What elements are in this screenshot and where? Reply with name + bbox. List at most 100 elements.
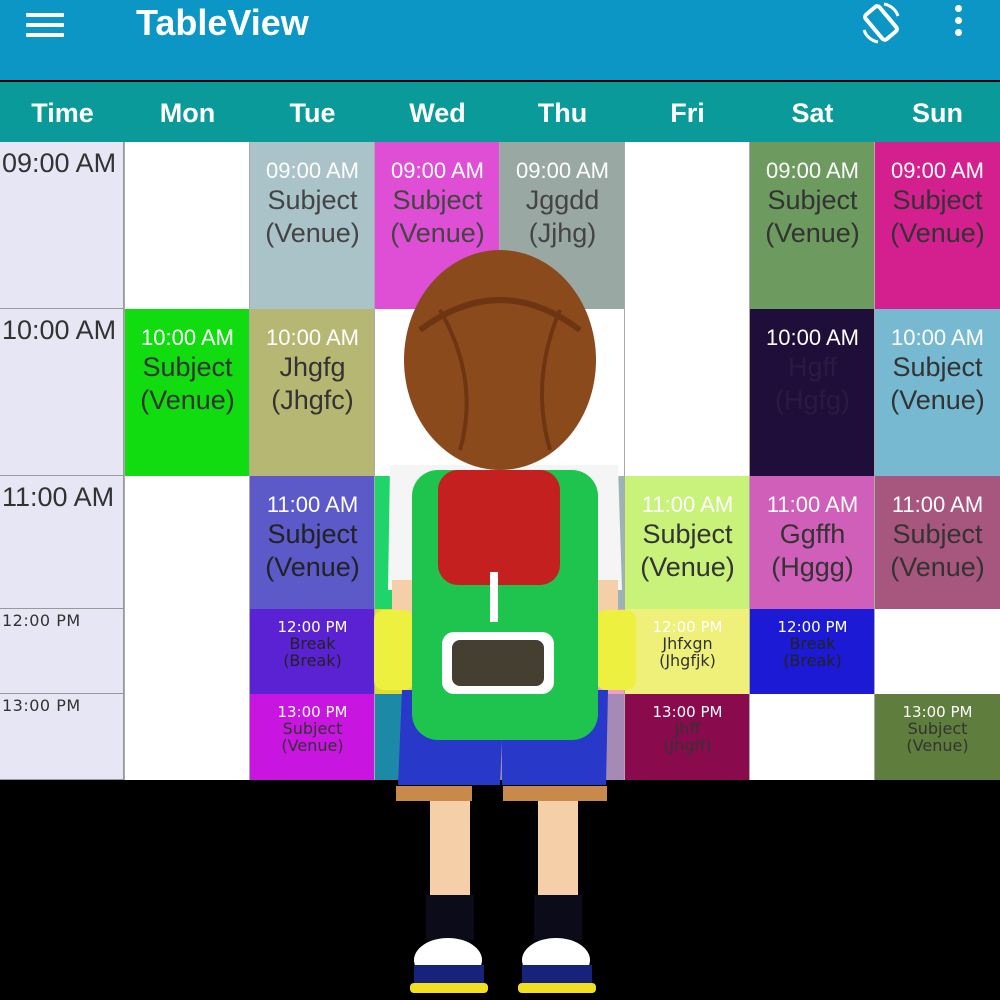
timetable-slot[interactable]: 09:00 AM Subject (Venue) — [875, 142, 1000, 309]
slot-venue: (Venu) — [522, 552, 603, 582]
slot-time: 12:00 PM — [777, 618, 848, 636]
timetable-slot[interactable]: 09:00 AM Subject (Venue) — [375, 142, 500, 309]
timetable-slot[interactable]: 12:00 PM Break (Break) — [375, 609, 500, 694]
time-label: 11:00 AM — [0, 476, 124, 609]
day-header-thu: Thu — [537, 98, 588, 128]
slot-subject: Text — [537, 519, 588, 549]
slot-time: 09:00 AM — [766, 158, 859, 183]
slot-venue: (Venue) — [406, 736, 469, 755]
empty-slot[interactable] — [125, 142, 250, 309]
timetable-slot[interactable]: 09:00 AM Subject (Venue) — [750, 142, 875, 309]
slot-subject: Jhgfg — [279, 352, 346, 382]
slot-time: 13:00 PM — [652, 703, 723, 721]
day-header-row: Time Mon Tue Wed Thu Fri Sat Sun — [0, 82, 1000, 142]
timetable-slot[interactable]: 12:00 PM Jhh (Jhh) — [500, 609, 625, 694]
timetable-slot[interactable]: 13:00 PM Subject (Venue) — [875, 694, 1000, 780]
empty-slot[interactable] — [625, 309, 750, 476]
slot-subject: Subject — [642, 519, 733, 549]
slot-time: 13:00 PM — [902, 703, 973, 721]
screen-rotation-icon[interactable] — [858, 0, 904, 46]
timetable-slot[interactable]: 10:00 AM Hgff (Hgfg) — [750, 309, 875, 476]
slot-subject: Subject — [892, 185, 983, 215]
slot-subject: Cgh — [546, 719, 579, 738]
column-divider — [249, 142, 250, 780]
timetable-slot[interactable]: 09:00 AM Subject (Venue) — [250, 142, 375, 309]
slot-time: 13:00 PM — [277, 703, 348, 721]
slot-venue: (Jhgfjk) — [659, 651, 716, 670]
empty-slot[interactable] — [875, 609, 1000, 694]
column-divider — [874, 142, 875, 780]
slot-venue: (Hgfg) — [774, 385, 850, 415]
timetable-slot[interactable]: 13:00 PM Subject (Venue) — [250, 694, 375, 780]
timetable-slot[interactable]: 11:00 AM Ggffh (Hggg) — [750, 476, 875, 609]
slot-venue: (Break) — [408, 651, 467, 670]
empty-slot[interactable] — [375, 309, 500, 476]
column-divider — [374, 142, 375, 780]
slot-venue: (Venue) — [140, 385, 235, 415]
timetable-slot[interactable]: 12:00 PM Break (Break) — [250, 609, 375, 694]
slot-time: 12:00 PM — [277, 618, 348, 636]
timetable-slot[interactable]: 12:00 PM Break (Break) — [750, 609, 875, 694]
day-header-wed: Wed — [409, 98, 466, 128]
slot-venue: (Venue) — [906, 736, 969, 755]
empty-slot[interactable] — [750, 694, 875, 780]
slot-time: 11:00 AM — [516, 492, 609, 517]
slot-subject: Subject — [767, 185, 858, 215]
slot-time: 09:00 AM — [266, 158, 359, 183]
slot-time: 13:00 PM — [527, 703, 598, 721]
slot-venue: (Venue) — [640, 552, 735, 582]
slot-time: 12:00 PM — [527, 618, 598, 636]
time-label: 09:00 AM — [0, 142, 124, 309]
slot-subject: Jhfxgn — [662, 634, 713, 653]
empty-slot[interactable] — [500, 309, 625, 476]
app-bar: TableView — [0, 0, 1000, 80]
slot-time: 11:00 AM — [391, 492, 484, 517]
timetable-slot[interactable]: 13:00 PM Subject (Venue) — [375, 694, 500, 780]
column-divider — [624, 142, 625, 780]
timetable-slot[interactable]: 10:00 AM Jhgfg (Jhgfc) — [250, 309, 375, 476]
slot-time: 13:00 PM — [402, 703, 473, 721]
day-header-sat: Sat — [791, 98, 834, 128]
slot-subject: Break — [414, 634, 461, 653]
timetable-slot[interactable]: 13:00 PM Jhff (Jhgff) — [625, 694, 750, 780]
timetable-slot[interactable]: 11:00 AM Text (Venu) — [500, 476, 625, 609]
slot-subject: Subject — [907, 719, 968, 738]
slot-subject: Subject — [892, 352, 983, 382]
timetable-slot[interactable]: 10:00 AM Subject (Venue) — [875, 309, 1000, 476]
slot-time: 10:00 AM — [141, 325, 234, 350]
time-label: 13:00 PM — [0, 694, 124, 780]
day-header-fri: Fri — [670, 98, 705, 128]
timetable-slot[interactable]: 11:00 AM Subject (Venue) — [625, 476, 750, 609]
timetable-slot[interactable]: 09:00 AM Jggdd (Jjhg) — [500, 142, 625, 309]
timetable-slot[interactable]: 13:00 PM Cgh (Hv) — [500, 694, 625, 780]
slot-time: 11:00 AM — [891, 492, 984, 517]
timetable-slot[interactable]: 11:00 AM Subject (Venue) — [875, 476, 1000, 609]
slot-subject: Subject — [282, 719, 343, 738]
slot-time: 09:00 AM — [516, 158, 609, 183]
hamburger-menu-icon[interactable] — [26, 8, 64, 38]
day-header-tue: Tue — [289, 98, 336, 128]
slot-time: 09:00 AM — [391, 158, 484, 183]
timetable-slot[interactable]: 12:00 PM Jhfxgn (Jhgfjk) — [625, 609, 750, 694]
slot-subject: Break — [789, 634, 836, 653]
day-header-time: Time — [31, 98, 94, 128]
slot-venue: (Jhh) — [543, 651, 582, 670]
slot-subject: Hgff — [787, 352, 838, 382]
empty-slot[interactable] — [625, 142, 750, 309]
timetable-slot[interactable]: 10:00 AM Subject (Venue) — [125, 309, 250, 476]
slot-venue: (Venue) — [281, 736, 344, 755]
slot-subject: Subject — [267, 519, 358, 549]
timetable-slot[interactable]: 11:00 AM Text (Venu) — [375, 476, 500, 609]
slot-time: 12:00 PM — [402, 618, 473, 636]
slot-time: 12:00 PM — [652, 618, 723, 636]
slot-subject: Subject — [407, 719, 468, 738]
empty-slot[interactable] — [125, 609, 250, 694]
time-label: 12:00 PM — [0, 609, 124, 694]
slot-venue: (Venue) — [890, 218, 985, 248]
timetable-slot[interactable]: 11:00 AM Subject (Venue) — [250, 476, 375, 609]
slot-subject: Subject — [267, 185, 358, 215]
empty-slot[interactable] — [125, 476, 250, 609]
empty-slot[interactable] — [125, 694, 250, 780]
more-vert-icon[interactable] — [944, 0, 972, 42]
slot-time: 11:00 AM — [266, 492, 359, 517]
